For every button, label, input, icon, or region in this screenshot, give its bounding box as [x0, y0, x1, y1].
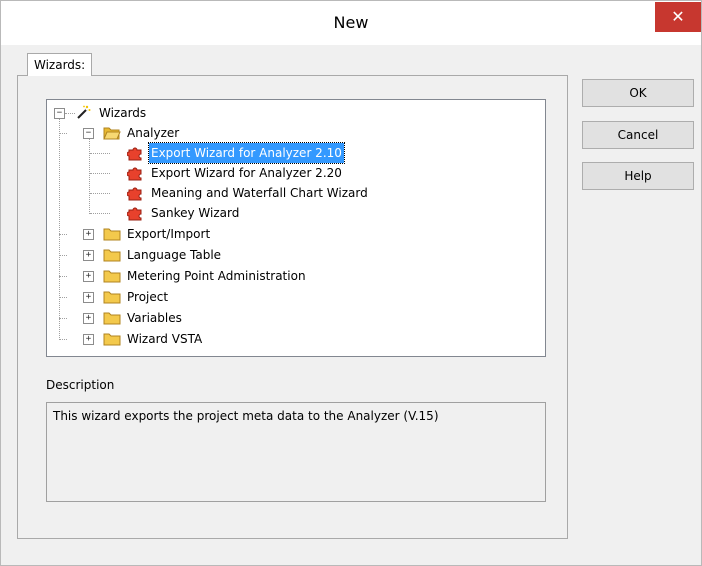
folder-icon — [103, 289, 121, 305]
tab-wizards[interactable]: Wizards: — [27, 53, 93, 76]
tree-node-label: Project — [127, 290, 169, 304]
folder-open-icon — [103, 125, 121, 141]
description-text: This wizard exports the project meta dat… — [53, 409, 439, 423]
puzzle-icon — [126, 205, 143, 221]
folder-icon — [103, 331, 121, 347]
expand-toggle[interactable]: + — [83, 334, 94, 345]
close-button[interactable]: ✕ — [655, 2, 701, 32]
title-bar[interactable]: New ✕ — [1, 1, 701, 45]
tree-line — [90, 173, 110, 174]
tree-line — [90, 153, 110, 154]
tree-node-label: Sankey Wizard — [151, 206, 240, 220]
help-button[interactable]: Help — [582, 162, 694, 190]
expand-toggle[interactable]: + — [83, 313, 94, 324]
folder-icon — [103, 226, 121, 242]
puzzle-icon — [126, 185, 143, 201]
tree-node-label: Metering Point Administration — [127, 269, 306, 283]
tree-node-label: Wizard VSTA — [127, 332, 203, 346]
tree-line — [90, 193, 110, 194]
expand-toggle[interactable]: + — [83, 250, 94, 261]
tree-node-label: Variables — [127, 311, 182, 325]
tree-node-label: Export/Import — [127, 227, 211, 241]
magic-wand-icon — [75, 105, 91, 121]
wizard-tree[interactable]: − Wizards − Analyzer Export Wizard for A… — [46, 99, 546, 357]
tree-node-label: Meaning and Waterfall Chart Wizard — [151, 186, 368, 200]
puzzle-icon — [126, 145, 143, 161]
tree-line — [59, 339, 67, 340]
tree-node-label: Analyzer — [127, 126, 180, 140]
tree-line — [65, 113, 75, 114]
tree-line — [59, 133, 67, 134]
folder-icon — [103, 247, 121, 263]
tree-line — [59, 118, 60, 340]
collapse-toggle[interactable]: − — [54, 108, 65, 119]
expand-toggle[interactable]: + — [83, 229, 94, 240]
description-label: Description — [46, 378, 115, 392]
collapse-toggle[interactable]: − — [83, 128, 94, 139]
tree-line — [90, 213, 110, 214]
tree-line — [59, 255, 67, 256]
tree-node-label: Wizards — [99, 106, 147, 120]
window-title: New — [333, 13, 369, 32]
expand-toggle[interactable]: + — [83, 271, 94, 282]
tree-line — [59, 318, 67, 319]
folder-icon — [103, 268, 121, 284]
tree-node-label: Language Table — [127, 248, 222, 262]
folder-icon — [103, 310, 121, 326]
tree-node-label: Export Wizard for Analyzer 2.20 — [151, 166, 342, 180]
tree-line — [89, 138, 90, 214]
tree-line — [59, 276, 67, 277]
description-box: This wizard exports the project meta dat… — [46, 402, 546, 502]
cancel-button[interactable]: Cancel — [582, 121, 694, 149]
tree-line — [59, 234, 67, 235]
puzzle-icon — [126, 165, 143, 181]
tree-line — [59, 297, 67, 298]
expand-toggle[interactable]: + — [83, 292, 94, 303]
tree-node-label: Export Wizard for Analyzer 2.10 — [148, 142, 345, 164]
ok-button[interactable]: OK — [582, 79, 694, 107]
